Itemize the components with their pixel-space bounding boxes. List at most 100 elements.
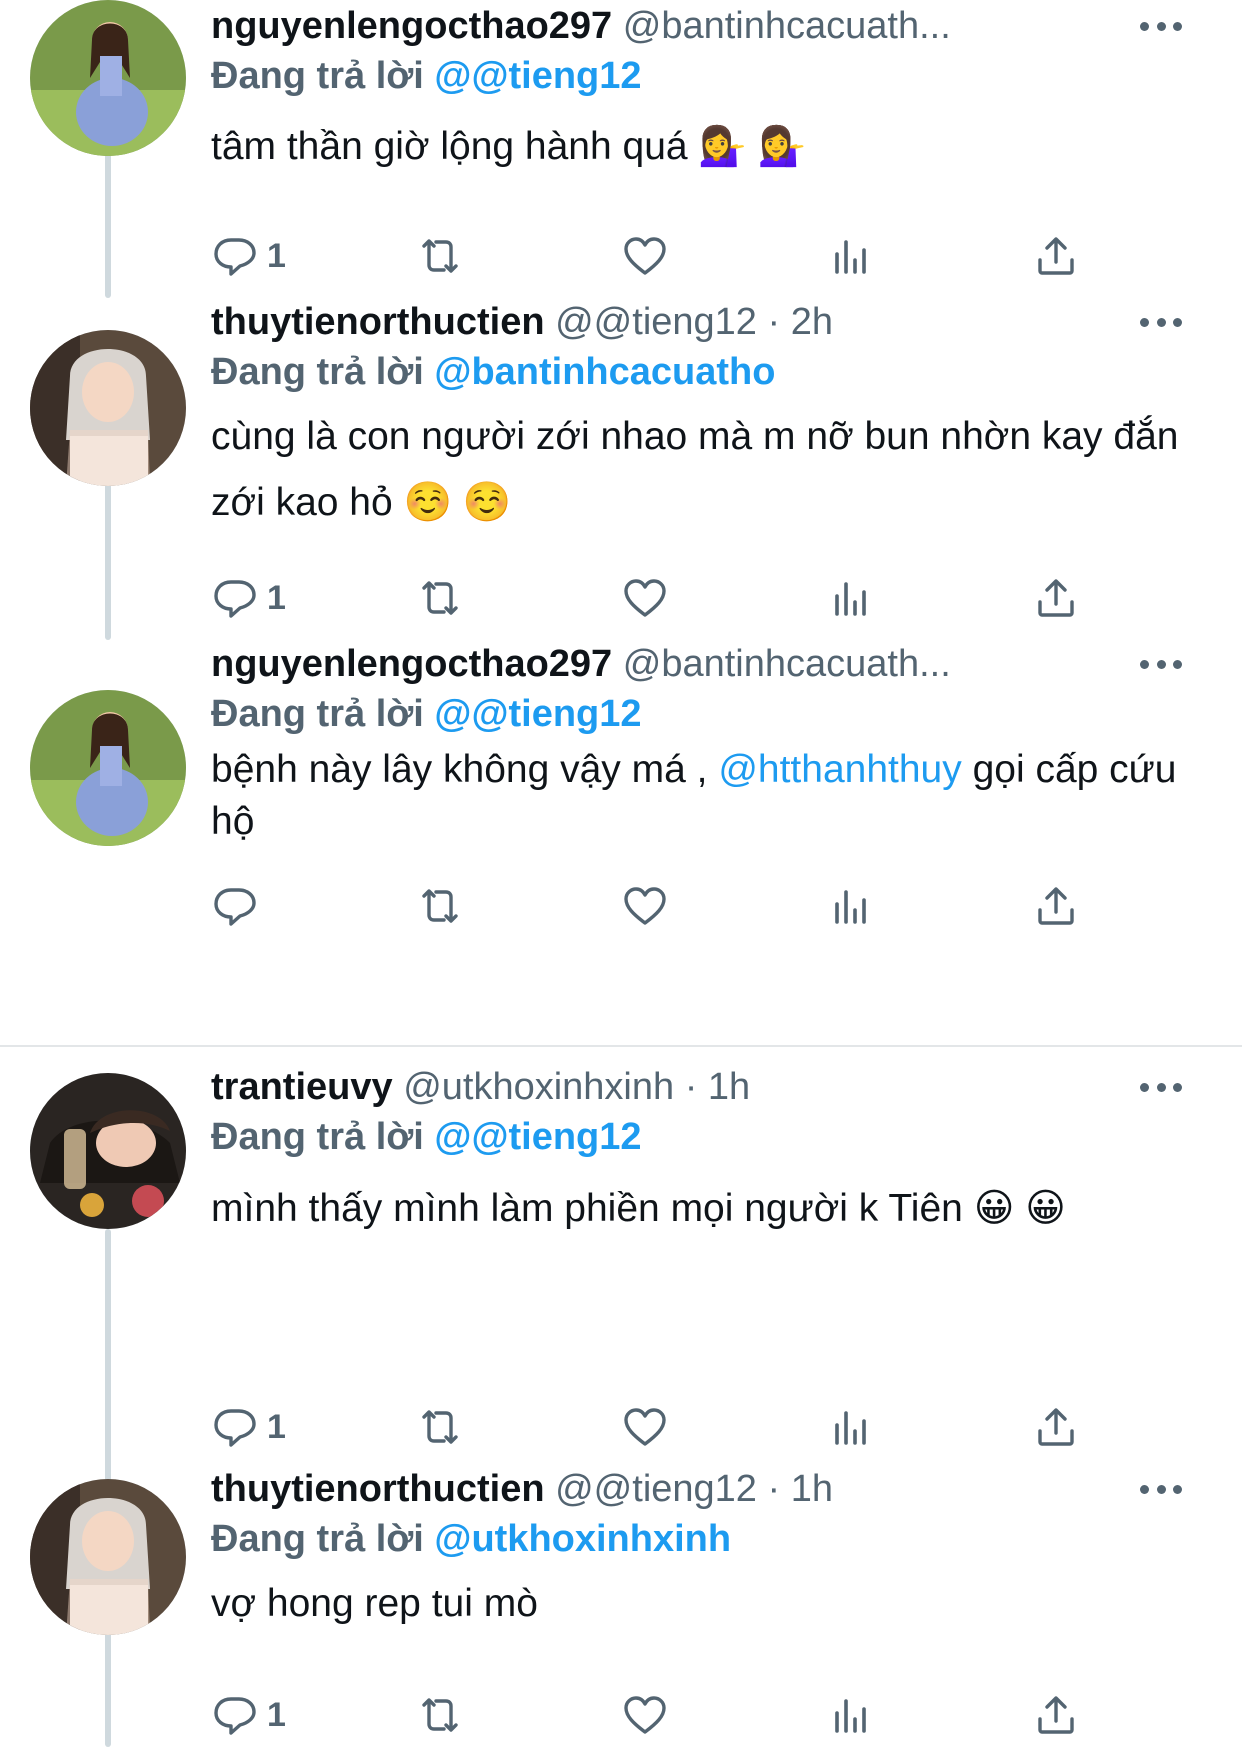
user-handle: @@tieng12 · 2h (555, 301, 833, 343)
like-button[interactable] (621, 568, 669, 628)
reply-icon (214, 1697, 256, 1735)
views-icon (835, 890, 866, 924)
action-bar: 1 (211, 1397, 1091, 1457)
tweet[interactable]: nguyenlengocthao297 @bantinhcacuath... Đ… (0, 640, 1242, 1045)
reply-icon (214, 1409, 256, 1447)
tweet[interactable]: thuytienorthuctien @@tieng12 · 1h Đang t… (0, 1465, 1242, 1747)
reply-button[interactable]: 1 (211, 226, 286, 286)
display-name[interactable]: nguyenlengocthao297 (211, 5, 612, 47)
replying-mention-link[interactable]: @@tieng12 (434, 1116, 641, 1158)
action-bar: 1 (211, 226, 1091, 286)
replying-label: Đang trả lời (211, 1518, 424, 1560)
like-button[interactable] (621, 226, 669, 286)
tweet-text-part: bệnh này lây không vậy má , (211, 748, 719, 791)
more-icon[interactable] (1140, 1067, 1182, 1107)
share-button[interactable] (1032, 568, 1080, 628)
heart-icon (624, 887, 666, 925)
action-bar (211, 876, 1091, 936)
replying-to: Đang trả lời @utkhoxinhxinh (211, 1513, 1182, 1565)
reply-count: 1 (267, 578, 286, 617)
display-name[interactable]: trantieuvy (211, 1066, 393, 1108)
retweet-button[interactable] (416, 568, 464, 628)
reply-button[interactable] (211, 876, 267, 936)
reply-icon (214, 238, 256, 276)
reply-button[interactable]: 1 (211, 1397, 286, 1457)
views-button[interactable] (827, 568, 875, 628)
reply-count: 1 (267, 1407, 286, 1446)
reply-icon (214, 580, 256, 618)
retweet-button[interactable] (416, 1685, 464, 1745)
avatar[interactable] (30, 330, 186, 486)
heart-icon (624, 237, 666, 275)
views-icon (835, 582, 866, 616)
views-icon (835, 1699, 866, 1733)
views-button[interactable] (827, 876, 875, 936)
user-handle: @utkhoxinhxinh · 1h (403, 1066, 751, 1108)
share-button[interactable] (1032, 226, 1080, 286)
tweet[interactable]: nguyenlengocthao297 @bantinhcacuath... Đ… (0, 0, 1242, 298)
share-button[interactable] (1032, 1685, 1080, 1745)
views-button[interactable] (827, 1685, 875, 1745)
share-icon (1038, 579, 1074, 617)
heart-icon (624, 1408, 666, 1446)
avatar[interactable] (30, 1479, 186, 1635)
mention-link[interactable]: @htthanhthuy (718, 748, 961, 791)
like-button[interactable] (621, 876, 669, 936)
retweet-icon (422, 239, 458, 273)
tweet-content: trantieuvy @utkhoxinhxinh · 1h Đang trả … (211, 1063, 1182, 1243)
heart-icon (624, 1696, 666, 1734)
views-button[interactable] (827, 226, 875, 286)
more-icon[interactable] (1140, 6, 1182, 46)
share-icon (1038, 1696, 1074, 1734)
views-icon (835, 240, 866, 274)
share-icon (1038, 237, 1074, 275)
replying-label: Đang trả lời (211, 693, 424, 735)
tweet-text: vợ hong rep tui mò (211, 1582, 538, 1625)
tweet[interactable]: trantieuvy @utkhoxinhxinh · 1h Đang trả … (0, 1047, 1242, 1465)
heart-icon (624, 579, 666, 617)
reply-count: 1 (267, 1695, 286, 1734)
more-icon[interactable] (1140, 302, 1182, 342)
share-button[interactable] (1032, 876, 1080, 936)
retweet-icon (422, 1410, 458, 1444)
tweet[interactable]: thuytienorthuctien @@tieng12 · 2h Đang t… (0, 298, 1242, 640)
replying-mention-link[interactable]: @@tieng12 (434, 55, 641, 97)
retweet-button[interactable] (416, 1397, 464, 1457)
tweet-content: thuytienorthuctien @@tieng12 · 2h Đang t… (211, 298, 1182, 536)
action-bar: 1 (211, 1685, 1091, 1745)
display-name[interactable]: thuytienorthuctien (211, 1468, 545, 1510)
avatar[interactable] (30, 1073, 186, 1229)
views-button[interactable] (827, 1397, 875, 1457)
tweet-content: nguyenlengocthao297 @bantinhcacuath... Đ… (211, 2, 1182, 180)
retweet-icon (422, 889, 458, 923)
replying-to: Đang trả lời @@tieng12 (211, 688, 1182, 740)
reply-icon (214, 888, 256, 926)
share-button[interactable] (1032, 1397, 1080, 1457)
share-icon (1038, 1408, 1074, 1446)
reply-button[interactable]: 1 (211, 568, 286, 628)
tweet-content: nguyenlengocthao297 @bantinhcacuath... Đ… (211, 640, 1182, 848)
retweet-button[interactable] (416, 876, 464, 936)
like-button[interactable] (621, 1397, 669, 1457)
replying-label: Đang trả lời (211, 351, 424, 393)
replying-to: Đang trả lời @bantinhcacuatho (211, 346, 1182, 398)
avatar[interactable] (30, 690, 186, 846)
replying-mention-link[interactable]: @@tieng12 (434, 693, 641, 735)
user-handle: @@tieng12 · 1h (555, 1468, 833, 1510)
tweet-text: tâm thần giờ lộng hành quá 💁‍♀️ 💁‍♀️ (211, 125, 807, 168)
more-icon[interactable] (1140, 644, 1182, 684)
reply-button[interactable]: 1 (211, 1685, 286, 1745)
replying-mention-link[interactable]: @bantinhcacuatho (434, 351, 775, 393)
retweet-button[interactable] (416, 226, 464, 286)
like-button[interactable] (621, 1685, 669, 1745)
tweet-content: thuytienorthuctien @@tieng12 · 1h Đang t… (211, 1465, 1182, 1637)
tweet-text: mình thấy mình làm phiền mọi người k Tiê… (211, 1187, 1066, 1230)
display-name[interactable]: nguyenlengocthao297 (211, 643, 612, 685)
display-name[interactable]: thuytienorthuctien (211, 301, 545, 343)
more-icon[interactable] (1140, 1469, 1182, 1509)
avatar[interactable] (30, 0, 186, 156)
replying-mention-link[interactable]: @utkhoxinhxinh (434, 1518, 731, 1560)
user-handle: @bantinhcacuath... (622, 5, 951, 47)
reply-feed: nguyenlengocthao297 @bantinhcacuath... Đ… (0, 0, 1242, 1747)
retweet-icon (422, 581, 458, 615)
